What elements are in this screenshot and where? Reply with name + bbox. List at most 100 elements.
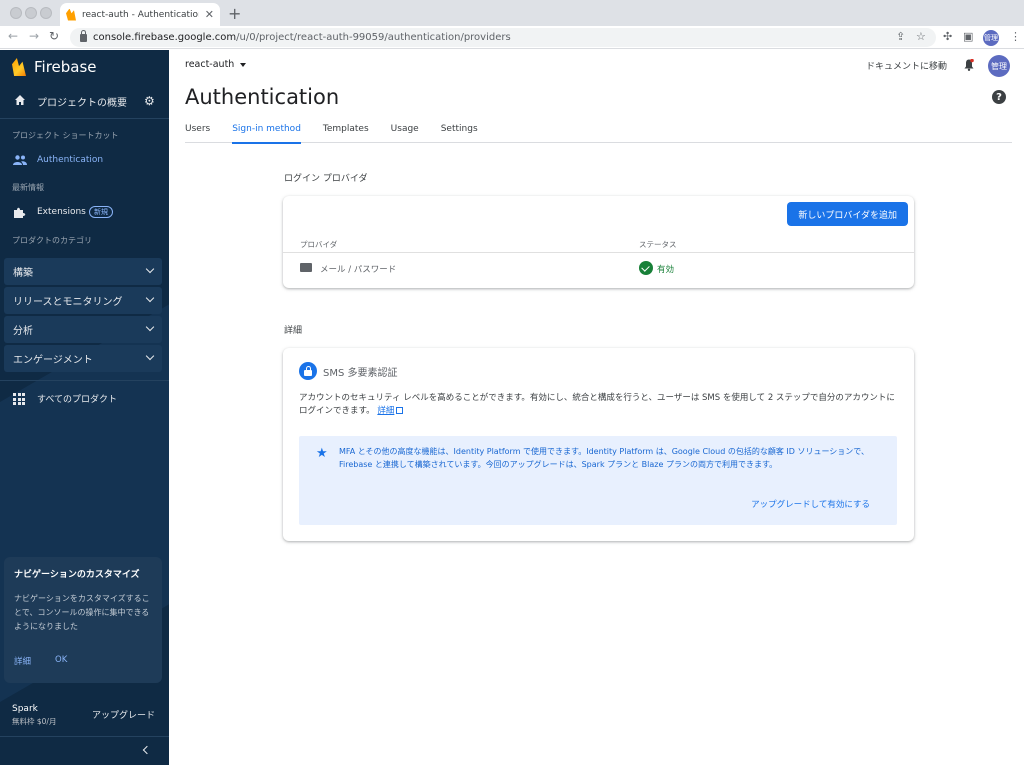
providers-card: 新しいプロバイダを追加 プロバイダ ステータス メール / パスワード 有効 (283, 196, 914, 288)
apps-grid-icon (13, 393, 25, 405)
sidebar-item-label: Authentication (37, 155, 104, 165)
project-name: react-auth (185, 59, 235, 70)
docs-link[interactable]: ドキュメントに移動 (866, 59, 947, 72)
customize-nav-card: ナビゲーションのカスタマイズ ナビゲーションをカスタマイズすることで、コンソール… (4, 557, 162, 683)
mail-icon (300, 263, 312, 272)
upgrade-enable-button[interactable]: アップグレードして有効にする (751, 498, 870, 510)
tab-close-icon[interactable]: ✕ (205, 8, 214, 21)
reload-icon[interactable]: ↻ (49, 29, 59, 43)
gear-icon[interactable]: ⚙ (144, 94, 155, 108)
learn-more-link[interactable]: 詳細 (377, 406, 394, 416)
chevron-left-icon (142, 745, 152, 755)
mfa-upgrade-banner: ★ MFA とその他の高度な機能は、Identity Platform で使用で… (299, 436, 897, 525)
extensions-puzzle-icon[interactable]: ✣ (943, 30, 952, 43)
lock-icon (80, 29, 87, 42)
tab-settings[interactable]: Settings (441, 124, 478, 143)
tab-sign-in-method[interactable]: Sign-in method (232, 124, 301, 144)
user-avatar[interactable]: 管理 (988, 55, 1010, 77)
caret-down-icon (240, 62, 247, 67)
firebase-flame-icon (12, 58, 26, 76)
url-text: console.firebase.google.com/u/0/project/… (93, 32, 511, 43)
browser-tabstrip: react-auth - Authentication - F ✕ + (0, 0, 1024, 26)
window-minimize-dot[interactable] (25, 7, 37, 19)
bookmark-star-icon[interactable]: ☆ (916, 30, 926, 43)
sidebar-category-engagement[interactable]: エンゲージメント (4, 345, 162, 372)
open-in-new-icon (396, 407, 404, 414)
project-overview-label: プロジェクトの概要 (37, 97, 127, 109)
home-icon (15, 95, 25, 105)
share-icon[interactable]: ⇪ (896, 30, 905, 43)
sms-mfa-heading: SMS 多要素認証 (299, 362, 398, 380)
all-products-link[interactable]: すべてのプロダクト (37, 392, 117, 405)
providers-table-header: プロバイダ ステータス (283, 236, 914, 253)
plan-name: Spark (12, 704, 38, 714)
sidebar-collapse-bar[interactable] (0, 736, 169, 765)
help-icon[interactable]: ? (992, 90, 1006, 104)
customize-title: ナビゲーションのカスタマイズ (14, 570, 140, 580)
categories-section-label: プロダクトのカテゴリ (12, 236, 92, 245)
add-provider-button[interactable]: 新しいプロバイダを追加 (787, 202, 908, 226)
category-label: 分析 (13, 326, 33, 337)
star-icon: ★ (316, 446, 328, 461)
chevron-down-icon (145, 322, 155, 332)
plan-price: 無料枠 $0/月 (12, 717, 57, 726)
customize-ok-button[interactable]: OK (55, 655, 67, 667)
notification-bell-icon[interactable] (964, 59, 974, 71)
sms-mfa-card: SMS 多要素認証 アカウントのセキュリティ レベルを高めることができます。有効… (283, 348, 914, 541)
people-icon (13, 155, 27, 165)
customize-body: ナビゲーションをカスタマイズすることで、コンソールの操作に集中できるようになりま… (14, 594, 150, 631)
tab-templates[interactable]: Templates (323, 124, 369, 143)
back-icon[interactable]: ← (8, 29, 18, 43)
project-selector[interactable]: react-auth (185, 59, 247, 70)
sidebar-divider (0, 118, 169, 119)
sidebar-category-analytics[interactable]: 分析 (4, 316, 162, 343)
category-label: エンゲージメント (13, 355, 93, 366)
forward-icon[interactable]: → (29, 29, 39, 43)
sms-mfa-description: アカウントのセキュリティ レベルを高めることができます。有効にし、統合と構成を行… (299, 392, 899, 418)
firebase-logo[interactable]: Firebase (12, 58, 97, 76)
browser-tab[interactable]: react-auth - Authentication - F ✕ (60, 3, 220, 26)
tab-users[interactable]: Users (185, 124, 210, 143)
address-bar[interactable]: console.firebase.google.com/u/0/project/… (70, 28, 936, 47)
sidebar-item-extensions[interactable]: Extensions 新規 (0, 201, 169, 223)
browser-profile-avatar[interactable]: 管理 (983, 30, 999, 46)
lock-icon (299, 362, 317, 380)
main-content: react-auth ドキュメントに移動 管理 Authentication ?… (169, 50, 1024, 765)
status-badge: 有効 (657, 265, 675, 275)
chevron-down-icon (145, 351, 155, 361)
sidebar-item-label: Extensions (37, 207, 86, 217)
extensions-icon (14, 207, 26, 218)
providers-section-label: ログイン プロバイダ (284, 174, 368, 184)
new-badge: 新規 (89, 206, 113, 218)
brand-name: Firebase (34, 58, 97, 76)
new-tab-icon[interactable]: + (228, 4, 241, 23)
shortcuts-section-label: プロジェクト ショートカット (12, 131, 119, 140)
tab-usage[interactable]: Usage (391, 124, 419, 143)
news-section-label: 最新情報 (12, 183, 44, 192)
sms-mfa-title: SMS 多要素認証 (323, 367, 398, 379)
side-panel-icon[interactable]: ▣ (963, 30, 973, 43)
sidebar-item-authentication[interactable]: Authentication (0, 149, 169, 171)
window-close-dot[interactable] (10, 7, 22, 19)
sidebar-category-release[interactable]: リリースとモニタリング (4, 287, 162, 314)
project-overview-link[interactable]: プロジェクトの概要 ⚙ (0, 88, 169, 114)
browser-toolbar: ← → ↻ console.firebase.google.com/u/0/pr… (0, 26, 1024, 49)
details-section-label: 詳細 (284, 326, 303, 336)
table-row[interactable]: メール / パスワード 有効 (283, 253, 914, 285)
check-circle-icon (639, 261, 653, 275)
plan-info: Spark 無料枠 $0/月 (12, 704, 56, 727)
mfa-upgrade-text: MFA とその他の高度な機能は、Identity Platform で使用できま… (339, 447, 869, 469)
firebase-favicon-icon (66, 8, 76, 21)
sidebar-upgrade-button[interactable]: アップグレード (92, 708, 155, 721)
chevron-down-icon (145, 293, 155, 303)
window-zoom-dot[interactable] (40, 7, 52, 19)
category-label: 構築 (13, 268, 33, 279)
browser-menu-icon[interactable]: ⋮ (1010, 30, 1021, 43)
category-label: リリースとモニタリング (13, 297, 123, 308)
sidebar-category-build[interactable]: 構築 (4, 258, 162, 285)
sidebar: Firebase プロジェクトの概要 ⚙ プロジェクト ショートカット Auth… (0, 50, 169, 765)
customize-details-link[interactable]: 詳細 (14, 655, 31, 667)
chevron-down-icon (145, 264, 155, 274)
column-header-provider: プロバイダ (300, 240, 338, 249)
page-title: Authentication (185, 85, 340, 109)
